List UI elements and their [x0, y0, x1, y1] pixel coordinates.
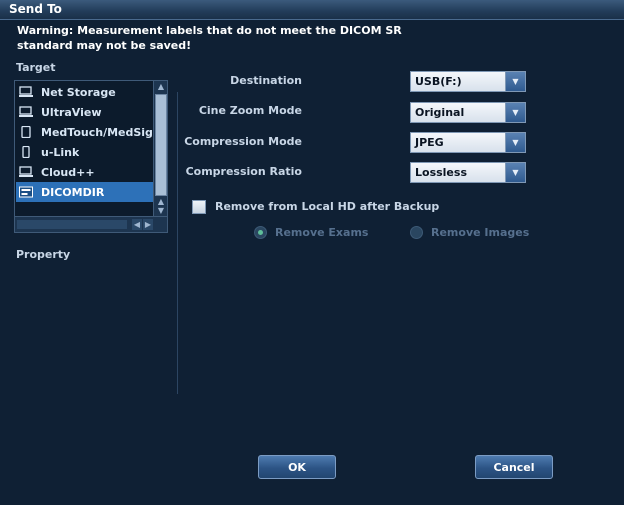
- remove-from-hd-label: Remove from Local HD after Backup: [215, 200, 440, 213]
- target-list[interactable]: Net Storage UltraView MedTouch/MedSight …: [14, 80, 168, 233]
- title-bar: Send To: [0, 0, 624, 20]
- target-item-label: MedTouch/MedSight: [41, 125, 153, 139]
- compression-ratio-select[interactable]: Lossless ▼: [410, 162, 526, 183]
- chevron-down-icon[interactable]: ▼: [505, 133, 525, 152]
- target-item-ultraview[interactable]: UltraView: [16, 102, 153, 122]
- scroll-left-icon[interactable]: ◀: [132, 219, 142, 230]
- scroll-right-icon[interactable]: ▶: [143, 219, 153, 230]
- warning-message: Warning: Measurement labels that do not …: [17, 24, 402, 52]
- scroll-down-icon[interactable]: ▼: [155, 206, 167, 216]
- target-list-horizontal-scrollbar[interactable]: ◀ ▶: [15, 216, 167, 232]
- compression-mode-value: JPEG: [415, 136, 444, 149]
- remove-exams-label: Remove Exams: [275, 226, 369, 239]
- target-item-medtouch[interactable]: MedTouch/MedSight: [16, 122, 153, 142]
- destination-select[interactable]: USB(F:) ▼: [410, 71, 526, 92]
- compression-ratio-label: Compression Ratio: [185, 165, 302, 178]
- target-item-label: DICOMDIR: [41, 185, 105, 199]
- chevron-down-icon[interactable]: ▼: [505, 103, 525, 122]
- network-drive-icon: [19, 106, 33, 118]
- scrollbar-thumb[interactable]: [17, 220, 127, 229]
- compression-mode-label: Compression Mode: [184, 135, 302, 148]
- network-drive-icon: [19, 86, 33, 98]
- phone-icon: [19, 146, 33, 158]
- property-label: Property: [16, 248, 71, 261]
- remove-from-hd-checkbox[interactable]: [192, 200, 206, 214]
- cloud-drive-icon: [19, 166, 33, 178]
- ok-button[interactable]: OK: [258, 455, 336, 479]
- target-label: Target: [16, 61, 56, 74]
- window-title: Send To: [9, 2, 62, 16]
- target-item-cloud[interactable]: Cloud++: [16, 162, 153, 182]
- destination-label: Destination: [230, 74, 302, 87]
- target-item-label: UltraView: [41, 105, 102, 119]
- remove-images-label: Remove Images: [431, 226, 530, 239]
- dicomdir-icon: [19, 186, 33, 198]
- compression-ratio-value: Lossless: [415, 166, 467, 179]
- cancel-button[interactable]: Cancel: [475, 455, 553, 479]
- compression-mode-select[interactable]: JPEG ▼: [410, 132, 526, 153]
- cine-zoom-mode-label: Cine Zoom Mode: [198, 104, 302, 117]
- remove-exams-radio[interactable]: [254, 226, 267, 239]
- target-item-label: Net Storage: [41, 85, 116, 99]
- tablet-icon: [19, 126, 33, 138]
- remove-images-radio[interactable]: [410, 226, 423, 239]
- cine-zoom-mode-select[interactable]: Original ▼: [410, 102, 526, 123]
- target-item-label: u-Link: [41, 145, 80, 159]
- target-item-net-storage[interactable]: Net Storage: [16, 82, 153, 102]
- target-list-vertical-scrollbar[interactable]: ▲ ▲ ▼: [153, 81, 167, 216]
- target-item-dicomdir[interactable]: DICOMDIR: [16, 182, 153, 202]
- destination-value: USB(F:): [415, 75, 462, 88]
- cine-zoom-mode-value: Original: [415, 106, 465, 119]
- target-item-u-link[interactable]: u-Link: [16, 142, 153, 162]
- target-item-label: Cloud++: [41, 165, 95, 179]
- chevron-down-icon[interactable]: ▼: [505, 163, 525, 182]
- chevron-down-icon[interactable]: ▼: [505, 72, 525, 91]
